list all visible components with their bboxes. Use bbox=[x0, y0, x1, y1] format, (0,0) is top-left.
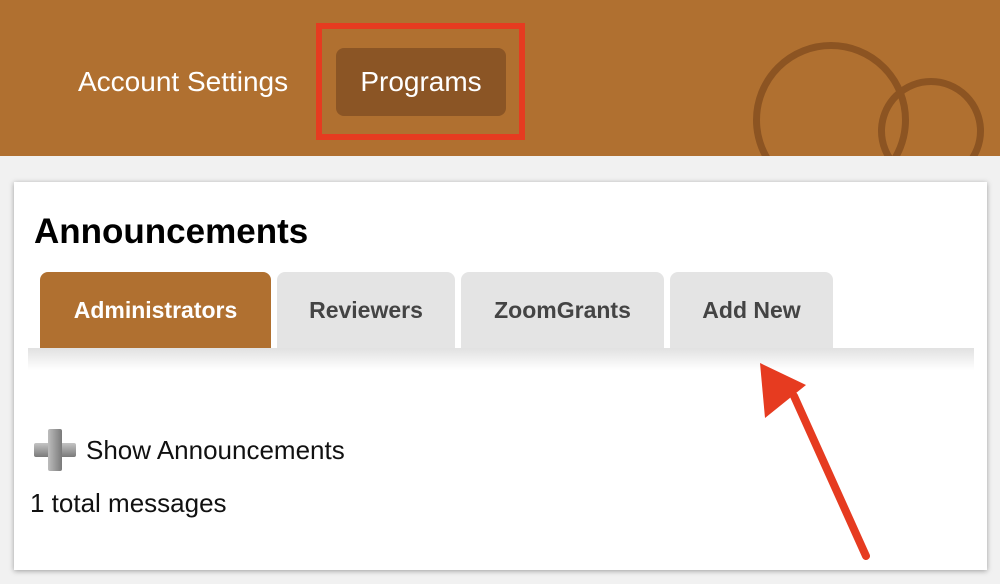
tab-reviewers[interactable]: Reviewers bbox=[277, 272, 455, 348]
annotation-highlight-box bbox=[316, 23, 525, 140]
panel-title: Announcements bbox=[34, 212, 309, 251]
tab-add-new[interactable]: Add New bbox=[670, 272, 833, 348]
tab-divider bbox=[28, 348, 974, 370]
top-header: Account Settings Programs bbox=[0, 0, 1000, 156]
show-announcements-label: Show Announcements bbox=[86, 434, 345, 465]
tab-zoomgrants[interactable]: ZoomGrants bbox=[461, 272, 664, 348]
plus-icon bbox=[34, 429, 76, 471]
show-announcements-toggle[interactable]: Show Announcements bbox=[34, 429, 345, 471]
nav-account-settings[interactable]: Account Settings bbox=[78, 58, 288, 106]
total-messages-count: 1 total messages bbox=[30, 488, 227, 518]
announcements-panel: Announcements Administrators Reviewers Z… bbox=[14, 182, 987, 570]
tab-administrators[interactable]: Administrators bbox=[40, 272, 271, 348]
